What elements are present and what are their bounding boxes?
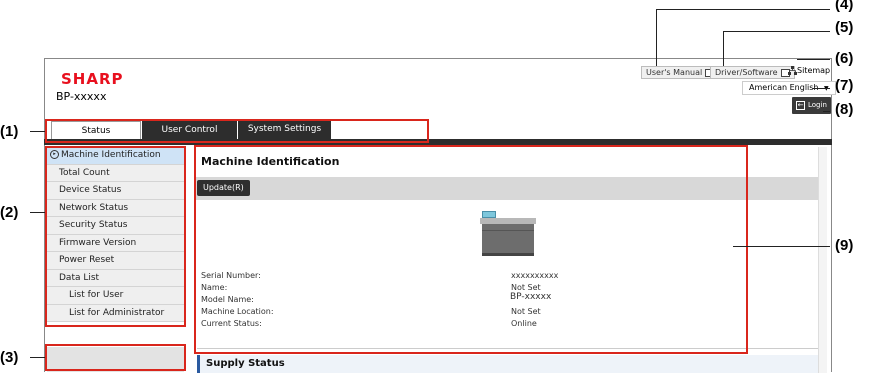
leader-line-8 (823, 111, 830, 112)
tab-status[interactable]: Status (51, 121, 141, 139)
sitemap-icon (788, 66, 797, 75)
callout-3: (3) (0, 349, 19, 366)
supply-status-heading: Supply Status (197, 355, 819, 373)
info-value-status: Online (511, 319, 537, 328)
info-value-location: Not Set (511, 307, 541, 316)
info-label-serial: Serial Number: (201, 271, 261, 280)
sidebar-item-machine-identification[interactable]: ▸ Machine Identification (47, 147, 184, 165)
callout-4: (4) (835, 0, 854, 13)
leader-line-9 (733, 246, 830, 247)
vertical-scrollbar[interactable] (818, 147, 827, 373)
tab-underline (44, 139, 832, 145)
callout-8: (8) (835, 101, 854, 118)
callout-1: (1) (0, 123, 19, 140)
leader-line-3 (30, 357, 45, 358)
leader-line-5v (723, 31, 724, 66)
sidebar-item-device-status[interactable]: Device Status (47, 182, 184, 200)
sidebar-item-power-reset[interactable]: Power Reset (47, 252, 184, 270)
sharp-logo: SHARP (61, 70, 124, 88)
callout-9: (9) (835, 237, 854, 254)
update-button[interactable]: Update(R) (197, 180, 250, 196)
info-label-model: Model Name: (201, 295, 254, 304)
callout-6: (6) (835, 50, 854, 67)
arrow-circle-icon: ▸ (50, 150, 59, 159)
tab-user-control[interactable]: User Control (142, 121, 237, 139)
leader-line-4v (656, 9, 657, 66)
sidebar-item-firmware-version[interactable]: Firmware Version (47, 234, 184, 252)
driver-software-link[interactable]: Driver/Software (710, 66, 795, 79)
sidebar-item-security-status[interactable]: Security Status (47, 217, 184, 235)
callout-7: (7) (835, 77, 854, 94)
sidebar: ▸ Machine Identification Total Count Devi… (47, 147, 184, 322)
leader-line-4h (656, 9, 830, 10)
leader-line-2 (30, 212, 45, 213)
sitemap-link[interactable]: Sitemap (788, 66, 830, 75)
sidebar-item-total-count[interactable]: Total Count (47, 164, 184, 182)
update-bar: Update(R) (194, 177, 826, 200)
info-label-status: Current Status: (201, 319, 262, 328)
main-content: Machine Identification Update(R) Serial … (194, 147, 826, 373)
leader-line-5h (723, 31, 830, 32)
info-value-serial: xxxxxxxxxx (511, 271, 559, 280)
leader-line-6 (797, 59, 830, 60)
login-icon: ← (796, 100, 805, 110)
info-value-name: Not Set (511, 283, 541, 292)
leader-line-1 (30, 131, 45, 132)
leader-line-7 (813, 88, 830, 89)
tab-system-settings[interactable]: System Settings (238, 121, 331, 139)
sidebar-item-network-status[interactable]: Network Status (47, 199, 184, 217)
printer-icon (480, 211, 536, 256)
info-label-name: Name: (201, 283, 228, 292)
sidebar-footer (47, 347, 184, 372)
divider (197, 348, 819, 349)
sidebar-item-list-for-user[interactable]: List for User (47, 287, 184, 305)
page-title: Machine Identification (201, 155, 340, 168)
model-name: BP-xxxxx (56, 90, 107, 103)
callout-2: (2) (0, 204, 19, 221)
callout-5: (5) (835, 19, 854, 36)
users-manual-link[interactable]: User's Manual (641, 66, 720, 79)
info-label-location: Machine Location: (201, 307, 274, 316)
info-value-model: BP-xxxxx (510, 292, 552, 302)
sidebar-item-data-list[interactable]: Data List (47, 269, 184, 287)
sidebar-item-list-for-administrator[interactable]: List for Administrator (47, 304, 184, 322)
